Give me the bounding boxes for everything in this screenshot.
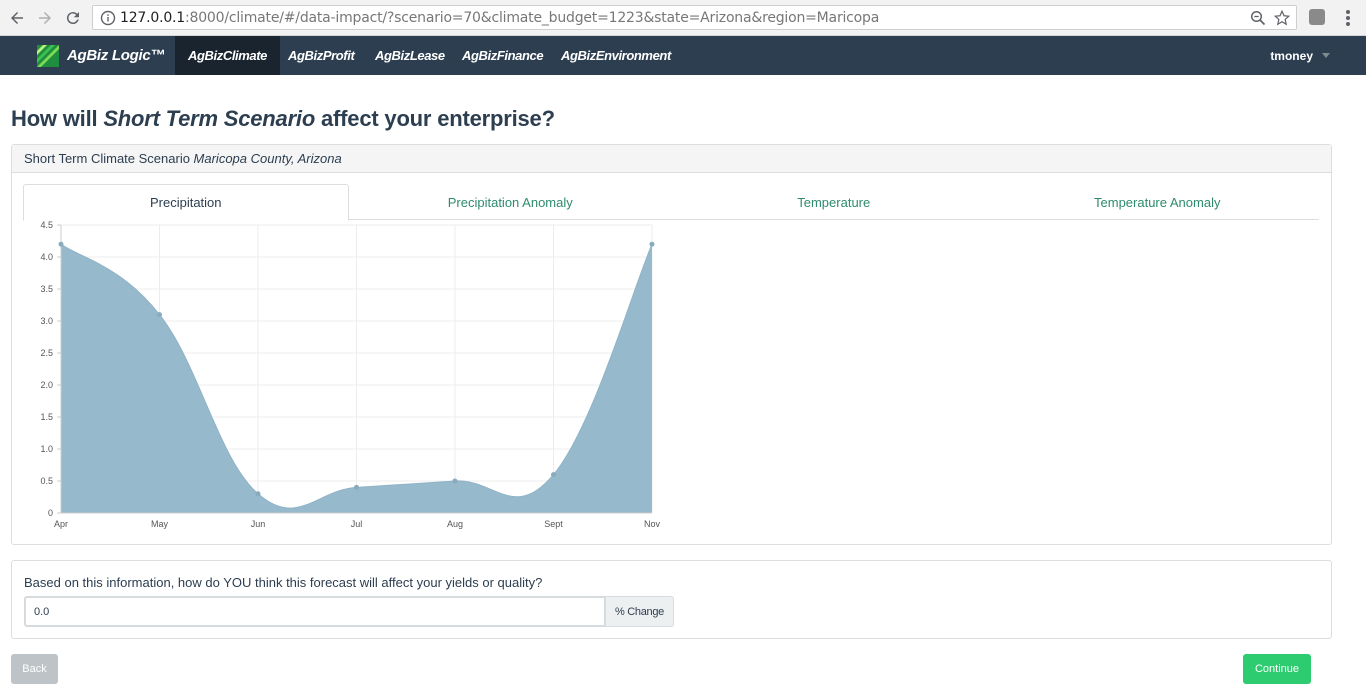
- back-arrow-icon[interactable]: [6, 7, 28, 29]
- panel-heading: Short Term Climate Scenario Maricopa Cou…: [12, 145, 1331, 173]
- extension-icon[interactable]: [1309, 9, 1325, 25]
- tab-temperature[interactable]: Temperature: [672, 184, 996, 220]
- nav-agbizlease[interactable]: AgBizLease: [362, 36, 458, 75]
- username: tmoney: [1270, 48, 1313, 63]
- y-tick-label: 1.5: [40, 412, 53, 422]
- impact-form: Based on this information, how do YOU th…: [11, 560, 1332, 639]
- x-tick-label: Sept: [544, 519, 563, 529]
- continue-button[interactable]: Continue: [1243, 654, 1311, 684]
- back-button[interactable]: Back: [11, 654, 58, 684]
- tab-temperature-anomaly[interactable]: Temperature Anomaly: [996, 184, 1320, 220]
- forward-arrow-icon[interactable]: [34, 7, 56, 29]
- data-point: [255, 491, 261, 497]
- data-point: [354, 484, 359, 490]
- tab-precipitation[interactable]: Precipitation: [23, 184, 349, 221]
- percent-change-input[interactable]: [24, 596, 606, 627]
- nav-agbizenvironment[interactable]: AgBizEnvironment: [548, 36, 684, 75]
- info-icon[interactable]: [100, 10, 116, 26]
- nav-agbizfinance[interactable]: AgBizFinance: [449, 36, 556, 75]
- x-tick-label: Nov: [644, 519, 661, 529]
- x-tick-label: Jul: [351, 519, 363, 529]
- x-tick-label: Apr: [54, 519, 68, 529]
- bookmark-star-icon[interactable]: [1273, 9, 1291, 27]
- y-tick-label: 3.5: [40, 284, 53, 294]
- brand-name: AgBiz Logic™: [67, 47, 166, 64]
- x-tick-label: Jun: [251, 519, 266, 529]
- tab-precipitation-anomaly[interactable]: Precipitation Anomaly: [349, 184, 673, 220]
- browser-toolbar: 127.0.0.1:8000/climate/#/data-impact/?sc…: [0, 0, 1366, 36]
- nav-agbizclimate[interactable]: AgBizClimate: [175, 36, 280, 75]
- precipitation-chart: 0 0.5 1.0 1.5 2.0 2.5 3.0 3.5 4.0 4.5 Apr May Jun Jul…: [40, 220, 661, 529]
- chart-tabs: Precipitation Precipitation Anomaly Temp…: [23, 184, 1320, 221]
- data-point: [58, 241, 64, 247]
- caret-down-icon: [1322, 53, 1330, 58]
- y-tick-label: 3.0: [40, 316, 53, 326]
- y-tick-label: 2.5: [40, 348, 53, 358]
- agbiz-logo-icon: [37, 44, 59, 67]
- reload-icon[interactable]: [62, 7, 84, 29]
- data-point: [649, 241, 655, 247]
- data-point: [452, 478, 458, 484]
- data-point: [551, 472, 556, 478]
- impact-input-group: % Change: [24, 596, 674, 627]
- y-tick-label: 1.0: [40, 444, 53, 454]
- y-tick-label: 0: [48, 508, 53, 518]
- scenario-panel: Short Term Climate Scenario Maricopa Cou…: [11, 144, 1332, 545]
- x-tick-label: Aug: [447, 519, 463, 529]
- data-point: [157, 312, 162, 318]
- nav-agbizprofit[interactable]: AgBizProfit: [275, 36, 367, 75]
- app-navbar: AgBiz Logic™ AgBizClimate AgBizProfit Ag…: [0, 36, 1366, 75]
- y-tick-label: 2.0: [40, 380, 53, 390]
- y-tick-label: 4.5: [40, 220, 53, 230]
- x-tick-label: May: [151, 519, 169, 529]
- page-title: How will Short Term Scenario affect your…: [11, 106, 555, 131]
- y-tick-label: 4.0: [40, 252, 53, 262]
- impact-question: Based on this information, how do YOU th…: [24, 575, 543, 590]
- browser-menu-icon[interactable]: [1340, 8, 1356, 28]
- url-text: 127.0.0.1:8000/climate/#/data-impact/?sc…: [120, 10, 880, 26]
- percent-change-addon: % Change: [606, 596, 674, 627]
- user-menu[interactable]: tmoney: [1270, 36, 1330, 75]
- zoom-icon[interactable]: [1250, 10, 1266, 26]
- y-tick-label: 0.5: [40, 476, 53, 486]
- address-bar[interactable]: 127.0.0.1:8000/climate/#/data-impact/?sc…: [92, 5, 1297, 30]
- brand[interactable]: AgBiz Logic™: [37, 43, 165, 68]
